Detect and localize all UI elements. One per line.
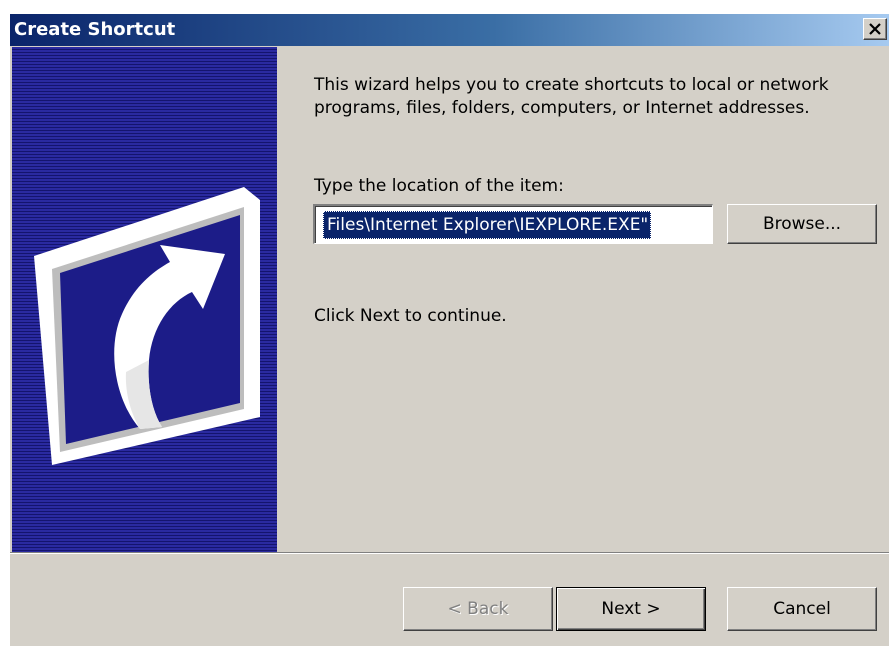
wizard-banner	[12, 47, 277, 552]
location-input-value: Files\Internet Explorer\IEXPLORE.EXE"	[323, 211, 652, 239]
shortcut-arrow-icon	[34, 187, 260, 465]
close-icon	[869, 23, 881, 35]
close-button[interactable]	[863, 18, 887, 40]
continue-hint: Click Next to continue.	[314, 306, 507, 326]
back-button[interactable]: < Back	[403, 587, 553, 631]
cancel-button[interactable]: Cancel	[727, 587, 877, 631]
title-bar[interactable]: Create Shortcut	[10, 14, 889, 46]
next-button[interactable]: Next >	[556, 587, 706, 631]
browse-button[interactable]: Browse...	[727, 204, 877, 244]
window-title: Create Shortcut	[14, 19, 176, 40]
footer-separator	[10, 552, 889, 554]
location-input[interactable]: Files\Internet Explorer\IEXPLORE.EXE"	[313, 204, 713, 244]
location-label: Type the location of the item:	[314, 176, 564, 196]
create-shortcut-dialog: Create Shortcut This wizard helps you to…	[9, 13, 889, 646]
intro-text: This wizard helps you to create shortcut…	[314, 75, 829, 118]
